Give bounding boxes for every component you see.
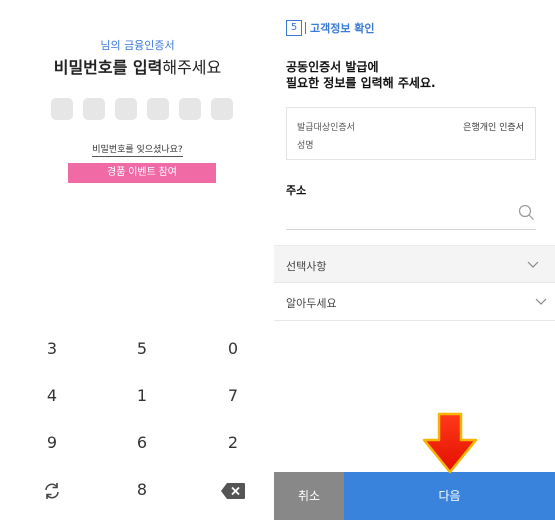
pin-slot xyxy=(211,98,233,120)
step-label: 고객정보 확인 xyxy=(310,22,375,35)
name-label: 성명 xyxy=(297,141,314,151)
key-7[interactable]: 7 xyxy=(203,379,263,413)
event-participate-button[interactable]: 경품 이벤트 참여 xyxy=(68,163,216,183)
page-headline: 공동인증서 발급에 필요한 정보를 입력해 주세요. xyxy=(286,59,436,91)
headline-line1: 공동인증서 발급에 xyxy=(286,60,379,74)
password-entry-panel: 님의 금융인증서 비밀번호를 입력해주세요 비밀번호를 잊으셨나요? 경품 이벤… xyxy=(0,0,275,520)
key-9[interactable]: 9 xyxy=(22,426,82,460)
key-4[interactable]: 4 xyxy=(22,379,82,413)
key-6[interactable]: 6 xyxy=(112,426,172,460)
pin-indicator xyxy=(51,98,233,120)
refresh-icon xyxy=(45,482,59,499)
forgot-password-link[interactable]: 비밀번호를 잊으셨나요? xyxy=(92,145,183,157)
next-button[interactable]: 다음 xyxy=(344,472,555,520)
certificate-info-box: 발급대상인증서 은행개인 인증서 성명 xyxy=(286,107,536,160)
key-2[interactable]: 2 xyxy=(203,426,263,460)
key-8[interactable]: 8 xyxy=(112,473,172,507)
address-label: 주소 xyxy=(286,184,307,197)
chevron-down-icon xyxy=(527,261,539,268)
key-0[interactable]: 0 xyxy=(203,332,263,366)
step-indicator: 5 고객정보 확인 xyxy=(286,20,375,36)
pin-slot xyxy=(51,98,73,120)
notice-label: 알아두세요 xyxy=(286,297,337,310)
certificate-subtitle: 님의 금융인증서 xyxy=(100,39,175,52)
cancel-button[interactable]: 취소 xyxy=(274,472,344,520)
optional-items-accordion[interactable]: 선택사항 xyxy=(274,245,555,283)
key-3[interactable]: 3 xyxy=(22,332,82,366)
arrow-down-icon xyxy=(422,412,478,474)
password-title: 비밀번호를 입력해주세요 xyxy=(0,54,275,78)
forgot-password: 비밀번호를 잊으셨나요? xyxy=(0,142,275,157)
headline-line2: 필요한 정보를 입력해 주세요. xyxy=(286,76,436,90)
shuffle-key[interactable] xyxy=(22,473,82,507)
search-icon[interactable] xyxy=(518,204,535,221)
cert-type-value: 은행개인 인증서 xyxy=(463,123,524,133)
key-5[interactable]: 5 xyxy=(112,332,172,366)
optional-items-label: 선택사항 xyxy=(286,260,327,273)
step-number: 5 xyxy=(286,20,302,36)
password-title-bold: 비밀번호를 입력 xyxy=(53,58,163,77)
customer-info-panel: 5 고객정보 확인 공동인증서 발급에 필요한 정보를 입력해 주세요. 발급대… xyxy=(274,0,555,520)
cert-type-label: 발급대상인증서 xyxy=(297,123,355,133)
key-1[interactable]: 1 xyxy=(112,379,172,413)
notice-accordion[interactable]: 알아두세요 xyxy=(274,283,555,321)
password-title-rest: 해주세요 xyxy=(162,58,222,77)
address-input[interactable] xyxy=(286,198,536,230)
chevron-down-icon xyxy=(535,298,547,305)
backspace-icon xyxy=(221,482,245,499)
backspace-key[interactable] xyxy=(203,473,263,507)
step-divider xyxy=(305,22,306,34)
pin-slot xyxy=(115,98,137,120)
pin-slot xyxy=(179,98,201,120)
pin-slot xyxy=(147,98,169,120)
pin-slot xyxy=(83,98,105,120)
